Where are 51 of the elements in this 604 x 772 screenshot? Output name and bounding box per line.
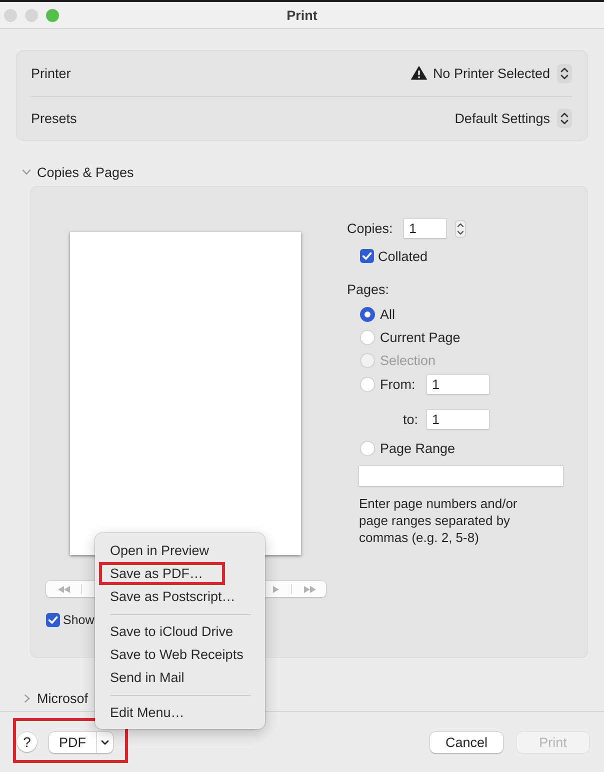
radio-button[interactable] <box>360 330 375 345</box>
to-field[interactable]: 1 <box>427 410 489 429</box>
radio-button[interactable] <box>360 441 375 456</box>
page-range-field[interactable] <box>359 466 563 486</box>
checkbox-label: Collated <box>378 248 428 264</box>
menu-item[interactable]: Save as Postscript… <box>95 585 265 608</box>
option-label: Selection <box>380 353 436 368</box>
radio-button[interactable] <box>360 307 375 322</box>
zoom-button[interactable] <box>46 8 59 22</box>
section-title: Copies & Pages <box>37 164 134 180</box>
menu-item[interactable]: Edit Menu… <box>95 701 265 724</box>
double-left-triangle-icon[interactable] <box>58 586 70 592</box>
menu-item[interactable]: Save as PDF… <box>95 562 265 585</box>
radio-button[interactable] <box>360 376 375 392</box>
checkbox-label: Show <box>63 613 94 627</box>
caret-icon <box>101 740 109 744</box>
chevron-right-icon[interactable] <box>24 694 30 702</box>
dialog-button[interactable]: Cancel <box>430 732 503 752</box>
chevron-updown-icon[interactable] <box>557 108 572 128</box>
right-triangle-icon[interactable] <box>273 586 279 592</box>
checkbox[interactable] <box>46 613 60 627</box>
popup-button[interactable]: No Printer Selected <box>410 64 572 83</box>
section-title: Microsof <box>37 690 88 706</box>
copies-field[interactable]: 1 <box>404 219 446 238</box>
menu-item[interactable]: Open in Preview <box>95 539 265 562</box>
pages-label: Pages: <box>347 282 390 298</box>
popup-button[interactable]: Default Settings <box>454 108 572 128</box>
menu-item[interactable]: Save to Web Receipts <box>95 643 265 666</box>
copies-label: Copies: <box>347 221 394 236</box>
from-field[interactable]: 1 <box>427 374 489 394</box>
option-label: From: <box>380 376 416 392</box>
warning-icon <box>410 66 427 80</box>
double-right-triangle-icon[interactable] <box>304 586 316 592</box>
menu-item[interactable]: Save to iCloud Drive <box>95 620 265 643</box>
to-label: to: <box>402 412 418 427</box>
setting-label: Presets <box>31 110 77 126</box>
close-button[interactable] <box>4 8 17 22</box>
option-label: All <box>380 307 396 322</box>
option-label: Page Range <box>380 441 456 456</box>
window-title: Print <box>286 8 318 22</box>
page-range-hint: Enter page numbers and/or page ranges separated by commas (e.g. 2, 5-8) <box>359 495 518 546</box>
option-label: Current Page <box>380 330 460 345</box>
stepper-icon[interactable] <box>455 220 466 238</box>
help-button[interactable]: ? <box>17 732 37 752</box>
minimize-button[interactable] <box>25 8 38 22</box>
menu-item[interactable]: Send in Mail <box>95 666 265 689</box>
pdf-menu-button[interactable]: PDF <box>49 732 113 752</box>
chevron-updown-icon[interactable] <box>557 64 572 83</box>
setting-label: Printer <box>31 66 71 81</box>
checkbox[interactable] <box>360 249 374 263</box>
chevron-down-icon[interactable] <box>22 169 31 175</box>
